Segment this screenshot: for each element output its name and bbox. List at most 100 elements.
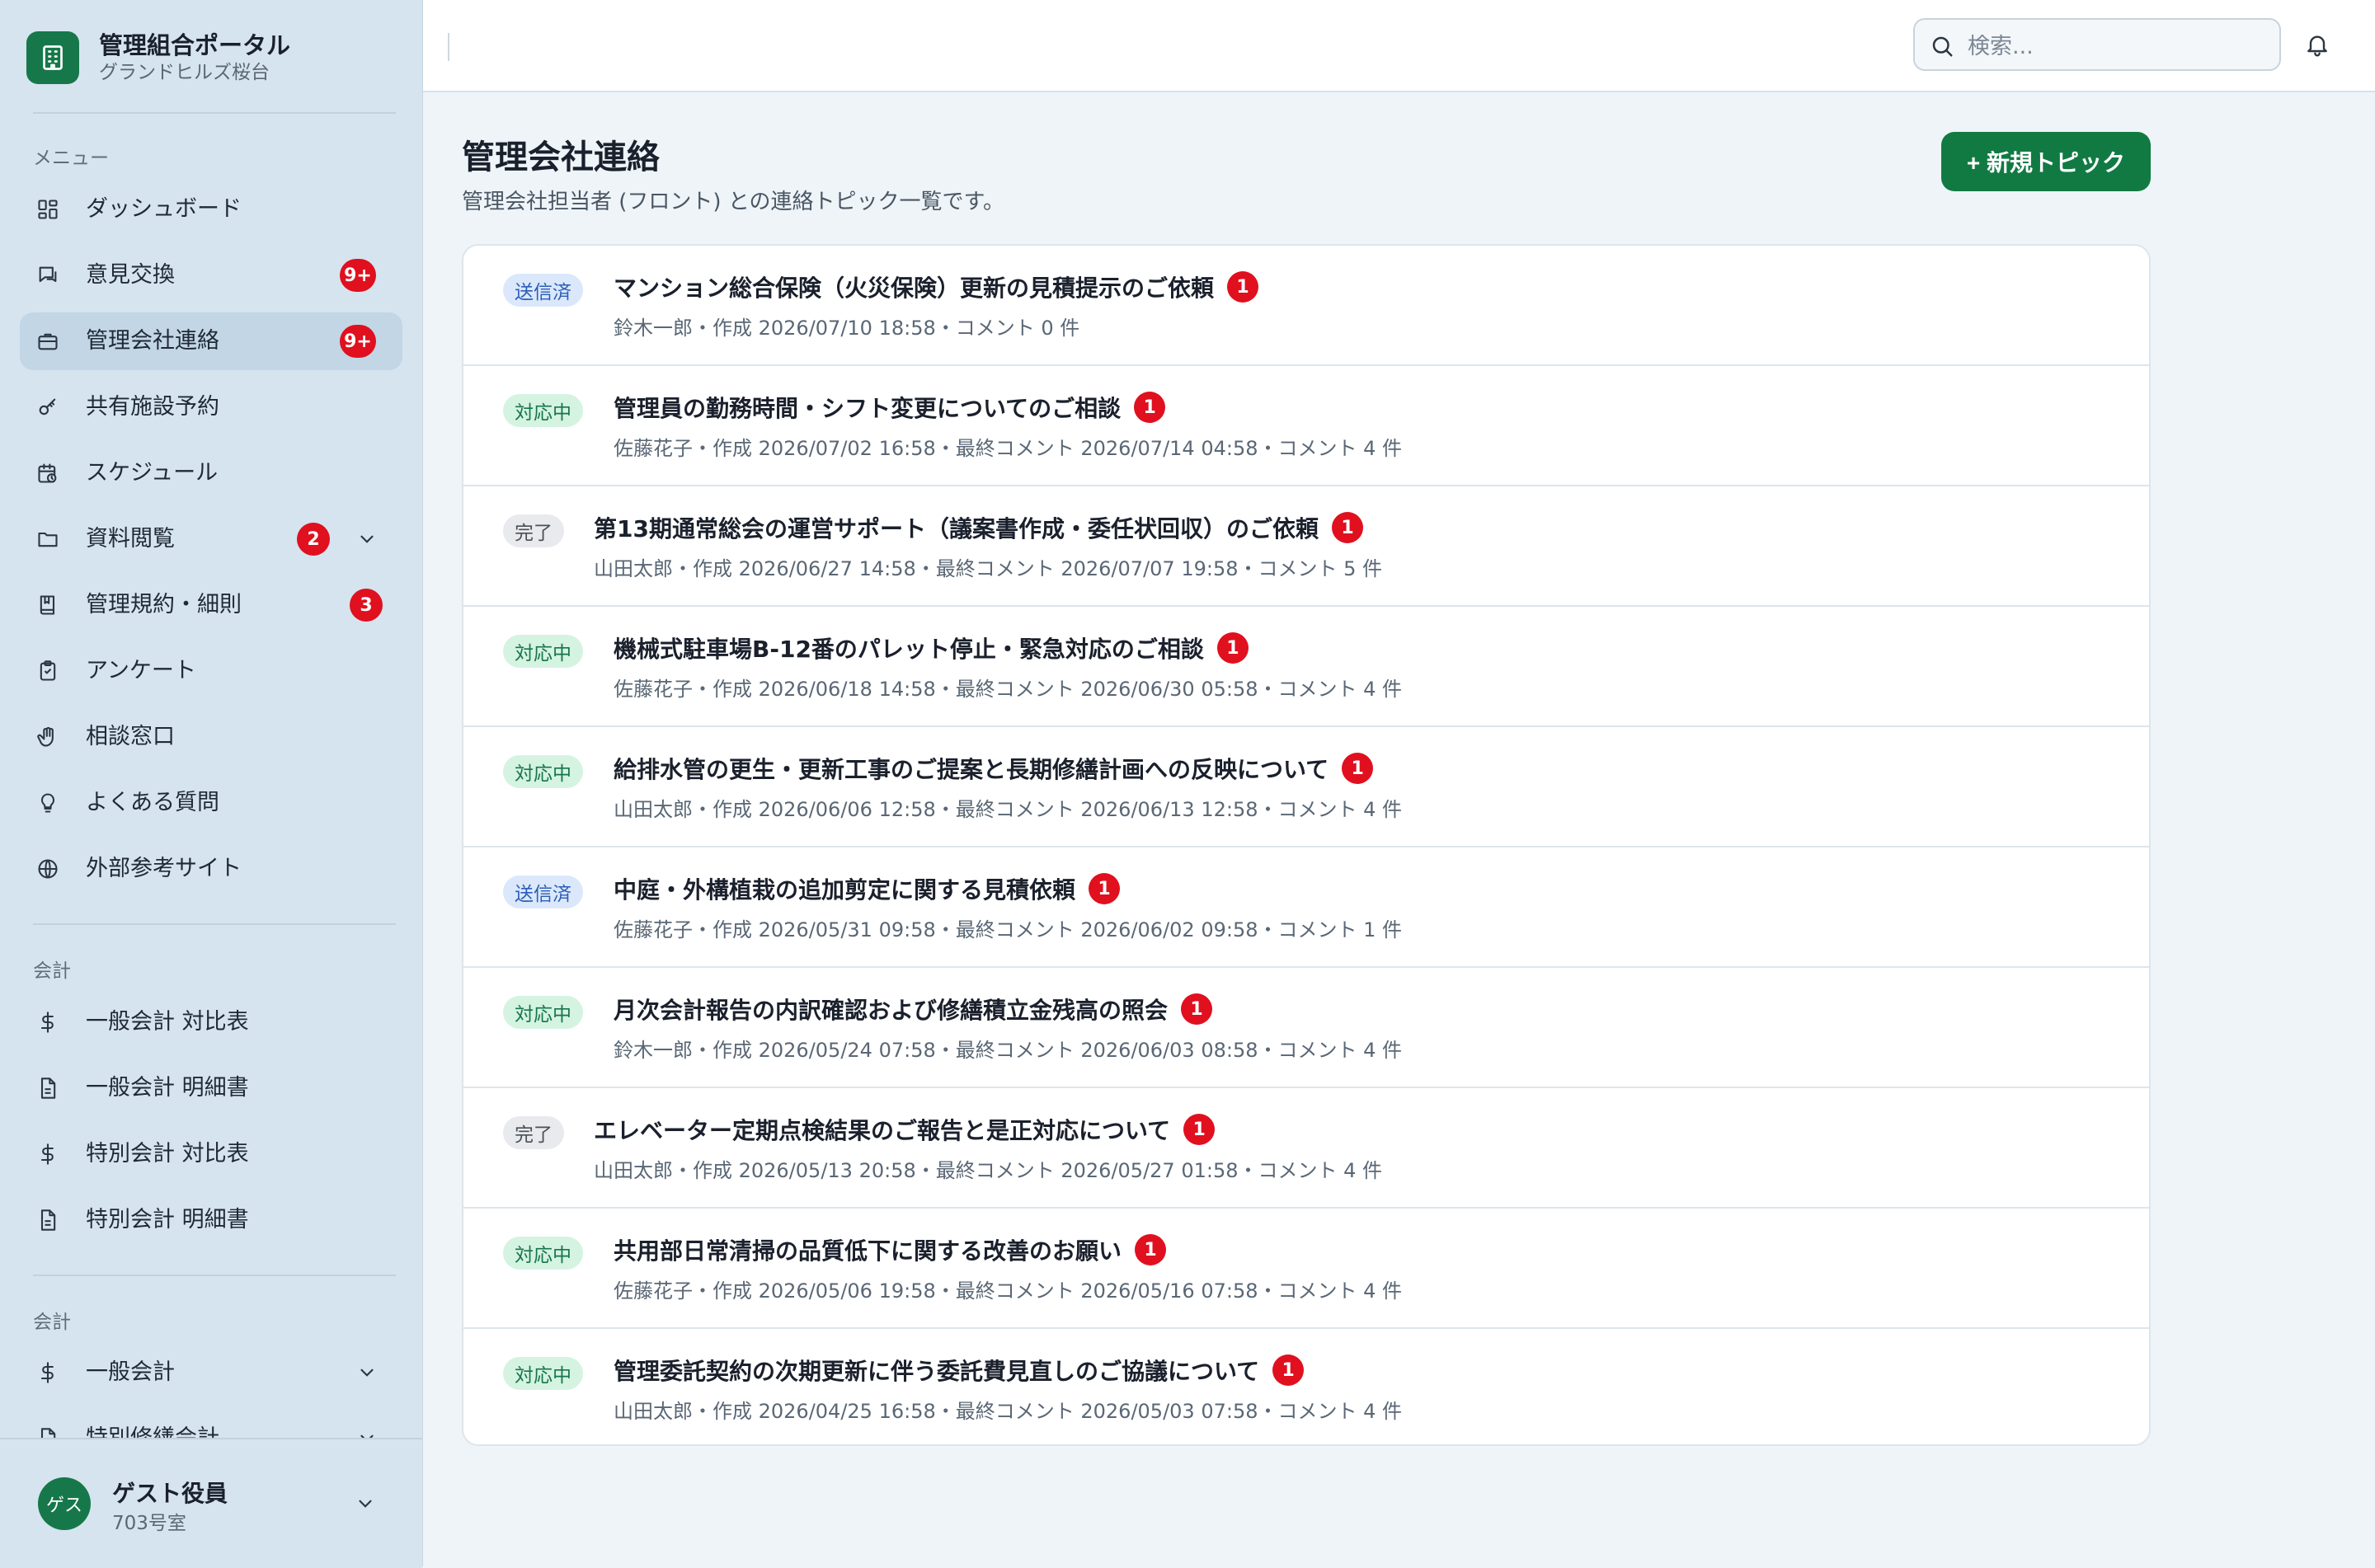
- topic-row[interactable]: 対応中 共用部日常清掃の品質低下に関する改善のお願い 1 佐藤花子・作成 2026…: [463, 1209, 2149, 1329]
- topic-title-wrap: 管理員の勤務時間・シフト変更についてのご相談 1: [614, 391, 1166, 424]
- status-badge: 対応中: [503, 996, 583, 1029]
- status-badge: 対応中: [503, 635, 583, 668]
- sidebar-item-label: 特別会計 明細書: [86, 1207, 249, 1232]
- chevron-down-icon[interactable]: [356, 528, 378, 550]
- new-comment-badge: 1: [1272, 1354, 1305, 1386]
- new-topic-button[interactable]: + 新規トピック: [1941, 132, 2151, 191]
- sidebar-item-faq[interactable]: よくある質問: [20, 774, 402, 832]
- user-menu[interactable]: ゲス ゲスト役員 703号室: [0, 1438, 422, 1568]
- topic-title: 共用部日常清掃の品質低下に関する改善のお願い: [614, 1237, 1122, 1265]
- status-badge: 完了: [503, 1116, 564, 1149]
- topic-row[interactable]: 完了 第13期通常総会の運営サポート（議案書作成・委任状回収）のご依頼 1 山田太…: [463, 486, 2149, 607]
- status-badge: 完了: [503, 514, 564, 547]
- bell-icon[interactable]: [2304, 31, 2330, 58]
- topic-title-wrap: 中庭・外構植栽の追加剪定に関する見積依頼 1: [614, 872, 1121, 905]
- unread-badge: 9+: [340, 259, 376, 292]
- sidebar-item-label: 特別会計 対比表: [86, 1141, 249, 1167]
- topic-meta: 山田太郎・作成 2026/04/25 16:58・最終コメント 2026/05/…: [614, 1400, 1403, 1423]
- brand[interactable]: 管理組合ポータル グランドヒルズ桜台: [26, 28, 290, 87]
- new-comment-badge: 1: [1134, 392, 1166, 423]
- topic-title: 給排水管の更生・更新工事のご提案と長期修繕計画への反映について: [614, 756, 1329, 783]
- topic-row[interactable]: 対応中 機械式駐車場B-12番のパレット停止・緊急対応のご相談 1 佐藤花子・作成…: [463, 607, 2149, 727]
- document-icon: [36, 1077, 59, 1100]
- status-badge: 対応中: [503, 394, 583, 427]
- sidebar-item-special-comparison[interactable]: 特別会計 対比表: [20, 1125, 402, 1183]
- topic-meta: 佐藤花子・作成 2026/06/18 14:58・最終コメント 2026/06/…: [614, 678, 1403, 701]
- chevron-down-icon[interactable]: [355, 1493, 376, 1514]
- accounting-section-label: 会計: [33, 960, 71, 982]
- lightbulb-icon: [36, 791, 59, 815]
- sidebar-item-general-account[interactable]: 一般会計: [20, 1344, 402, 1401]
- status-badge: 対応中: [503, 1357, 583, 1390]
- sidebar-item-schedule[interactable]: スケジュール: [20, 444, 402, 502]
- avatar: ゲス: [38, 1477, 91, 1530]
- topbar-separator: [448, 33, 449, 61]
- sidebar-item-general-statement[interactable]: 一般会計 明細書: [20, 1059, 402, 1117]
- sidebar-item-facility-booking[interactable]: 共有施設予約: [20, 378, 402, 436]
- topic-row[interactable]: 対応中 月次会計報告の内訳確認および修繕積立金残高の照会 1 鈴木一郎・作成 20…: [463, 968, 2149, 1088]
- chevron-down-icon[interactable]: [356, 1362, 378, 1383]
- dollar-icon: [36, 1011, 59, 1034]
- sidebar-item-dashboard[interactable]: ダッシュボード: [20, 181, 402, 238]
- new-comment-badge: 1: [1183, 1114, 1216, 1145]
- topic-title-wrap: 第13期通常総会の運営サポート（議案書作成・委任状回収）のご依頼 1: [594, 511, 1363, 544]
- topic-title: 管理委託契約の次期更新に伴う委託費見直しのご協議について: [614, 1358, 1260, 1385]
- topic-meta: 佐藤花子・作成 2026/05/06 19:58・最終コメント 2026/05/…: [614, 1279, 1403, 1303]
- sidebar-item-general-comparison[interactable]: 一般会計 対比表: [20, 993, 402, 1051]
- sidebar-item-label: 管理会社連絡: [86, 328, 219, 354]
- chat-icon: [36, 264, 59, 287]
- topic-meta: 佐藤花子・作成 2026/05/31 09:58・最終コメント 2026/06/…: [614, 918, 1403, 941]
- sidebar-item-consultation[interactable]: 相談窓口: [20, 708, 402, 766]
- topic-title-wrap: マンション総合保険（火災保険）更新の見積提示のご依頼 1: [614, 270, 1259, 303]
- briefcase-icon: [36, 330, 59, 353]
- key-icon: [36, 396, 59, 419]
- sidebar-item-label: よくある質問: [86, 790, 219, 815]
- book-icon: [36, 594, 59, 617]
- sidebar-item-label: ダッシュボード: [86, 196, 242, 222]
- sidebar-item-management-contact[interactable]: 管理会社連絡 9+: [20, 312, 402, 370]
- unread-badge: 2: [297, 523, 330, 556]
- topic-title-wrap: 機械式駐車場B-12番のパレット停止・緊急対応のご相談 1: [614, 631, 1249, 664]
- topic-row[interactable]: 完了 エレベーター定期点検結果のご報告と是正対応について 1 山田太郎・作成 20…: [463, 1088, 2149, 1209]
- new-comment-badge: 1: [1227, 271, 1259, 303]
- topic-meta: 鈴木一郎・作成 2026/07/10 18:58・コメント 0 件: [614, 317, 1080, 340]
- sidebar-item-bylaws[interactable]: 管理規約・細則 3: [20, 576, 402, 634]
- new-comment-badge: 1: [1089, 873, 1121, 904]
- topic-row[interactable]: 対応中 給排水管の更生・更新工事のご提案と長期修繕計画への反映について 1 山田太…: [463, 727, 2149, 847]
- topic-row[interactable]: 送信済 マンション総合保険（火災保険）更新の見積提示のご依頼 1 鈴木一郎・作成 …: [463, 246, 2149, 366]
- topic-row[interactable]: 対応中 管理員の勤務時間・シフト変更についてのご相談 1 佐藤花子・作成 2026…: [463, 366, 2149, 486]
- search-input[interactable]: [1966, 30, 2266, 63]
- sidebar-item-label: 一般会計: [86, 1359, 175, 1385]
- sidebar-item-survey[interactable]: アンケート: [20, 642, 402, 700]
- topic-meta: 山田太郎・作成 2026/05/13 20:58・最終コメント 2026/05/…: [594, 1159, 1383, 1182]
- folder-icon: [36, 528, 59, 551]
- search-box[interactable]: [1913, 18, 2281, 71]
- topic-meta: 佐藤花子・作成 2026/07/02 16:58・最終コメント 2026/07/…: [614, 437, 1403, 460]
- sidebar-item-documents[interactable]: 資料閲覧 2: [20, 510, 402, 568]
- building-icon: [26, 31, 79, 84]
- unread-badge: 9+: [340, 325, 376, 358]
- page-subtitle: 管理会社担当者 (フロント) との連絡トピック一覧です。: [462, 190, 1004, 214]
- sidebar-item-label: 管理規約・細則: [86, 592, 242, 617]
- status-badge: 送信済: [503, 274, 583, 307]
- menu-section-label: メニュー: [33, 148, 109, 169]
- sidebar-item-special-repair-account[interactable]: 特別修繕会計: [20, 1410, 402, 1438]
- sidebar-item-label: 相談窓口: [86, 724, 175, 749]
- sidebar-item-external-sites[interactable]: 外部参考サイト: [20, 840, 402, 898]
- topic-row[interactable]: 送信済 中庭・外構植栽の追加剪定に関する見積依頼 1 佐藤花子・作成 2026/0…: [463, 847, 2149, 968]
- topic-title-wrap: 給排水管の更生・更新工事のご提案と長期修繕計画への反映について 1: [614, 752, 1374, 785]
- sidebar: 管理組合ポータル グランドヒルズ桜台 メニュー ダッシュボード 意見交換 9+ …: [0, 0, 423, 1568]
- new-comment-badge: 1: [1181, 993, 1213, 1025]
- chevron-down-icon[interactable]: [356, 1428, 378, 1438]
- sidebar-item-opinion-exchange[interactable]: 意見交換 9+: [20, 246, 402, 304]
- sidebar-item-special-statement[interactable]: 特別会計 明細書: [20, 1191, 402, 1249]
- topic-row[interactable]: 対応中 管理委託契約の次期更新に伴う委託費見直しのご協議について 1 山田太郎・作…: [463, 1329, 2149, 1444]
- new-comment-badge: 1: [1342, 753, 1374, 784]
- search-icon: [1930, 34, 1954, 59]
- brand-subtitle: グランドヒルズ桜台: [99, 62, 270, 83]
- status-badge: 対応中: [503, 755, 583, 788]
- topic-title: 月次会計報告の内訳確認および修繕積立金残高の照会: [614, 997, 1169, 1024]
- topbar: [423, 0, 2375, 92]
- globe-icon: [36, 857, 59, 880]
- dashboard-icon: [36, 198, 59, 221]
